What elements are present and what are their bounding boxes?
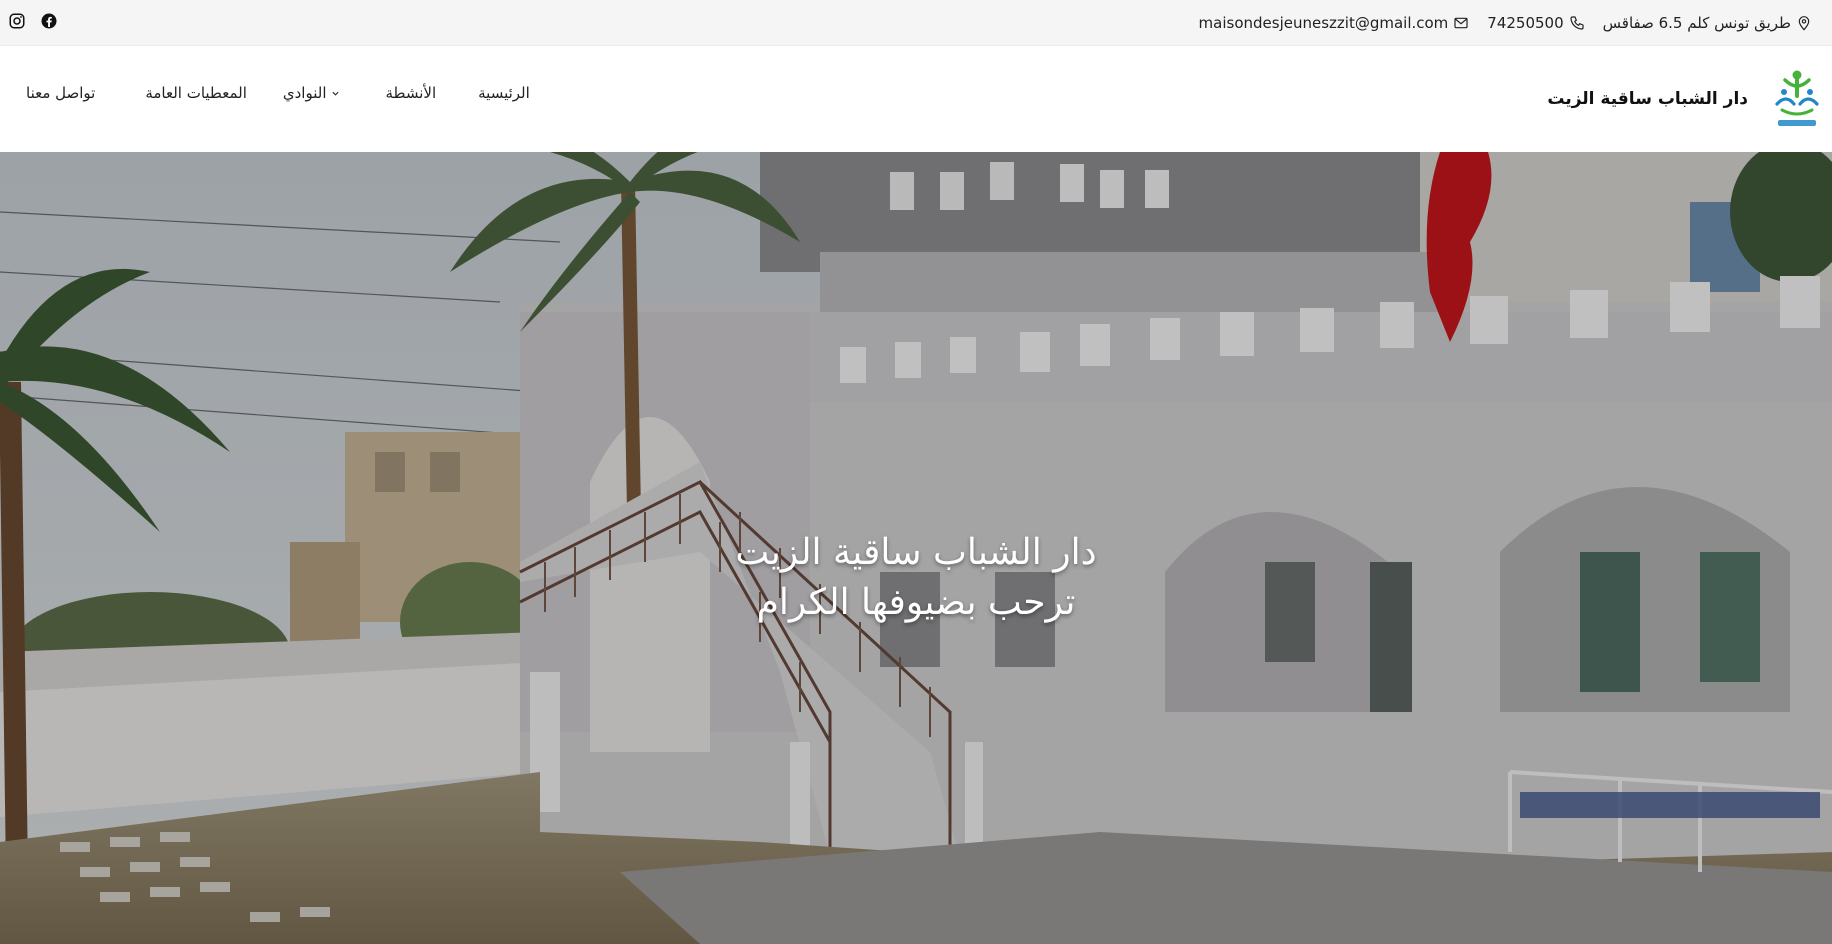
facebook-icon[interactable]: [40, 12, 58, 30]
nav-item-contact[interactable]: تواصل معنا: [26, 84, 95, 102]
nav-item-clubs-label: النوادي: [282, 84, 327, 102]
logo[interactable]: [1772, 66, 1822, 132]
phone-icon: [1570, 16, 1584, 30]
address-text: طريق تونس كلم 6.5 صفاقس: [1602, 14, 1791, 32]
brand[interactable]: دار الشباب ساقية الزيت: [1547, 66, 1822, 132]
nav-item-activities[interactable]: الأنشطة: [386, 84, 437, 102]
site-header: تواصل معنا المعطيات العامة النوادي الأنش…: [0, 46, 1832, 152]
logo-caption: [1778, 120, 1816, 126]
nav-item-general-info[interactable]: المعطيات العامة: [145, 84, 247, 102]
hero-heading-line1: دار الشباب ساقية الزيت: [735, 532, 1097, 573]
envelope-icon: [1454, 17, 1468, 29]
email-contact[interactable]: maisondesjeuneszzit@gmail.com: [1199, 14, 1470, 32]
site-title[interactable]: دار الشباب ساقية الزيت: [1547, 89, 1748, 109]
hero-banner: دار الشباب ساقية الزيت ترحب بضيوفها الكر…: [0, 152, 1832, 944]
social-links: [8, 12, 58, 30]
instagram-icon[interactable]: [8, 12, 26, 30]
top-bar: maisondesjeuneszzit@gmail.com 74250500 ط…: [0, 0, 1832, 46]
map-pin-icon: [1798, 16, 1810, 31]
phone-text[interactable]: 74250500: [1487, 14, 1563, 32]
contact-info: maisondesjeuneszzit@gmail.com 74250500 ط…: [1199, 10, 1812, 36]
main-nav: تواصل معنا المعطيات العامة النوادي الأنش…: [26, 84, 530, 102]
email-text[interactable]: maisondesjeuneszzit@gmail.com: [1199, 14, 1449, 32]
nav-item-clubs[interactable]: النوادي: [283, 84, 340, 102]
hero-heading: دار الشباب ساقية الزيت ترحب بضيوفها الكر…: [716, 528, 1116, 628]
address-contact: طريق تونس كلم 6.5 صفاقس: [1603, 14, 1812, 32]
nav-item-home[interactable]: الرئيسية: [478, 84, 530, 102]
hero-heading-line2: ترحب بضيوفها الكرام: [756, 582, 1076, 623]
phone-contact[interactable]: 74250500: [1487, 14, 1584, 32]
chevron-down-icon: [331, 91, 339, 96]
